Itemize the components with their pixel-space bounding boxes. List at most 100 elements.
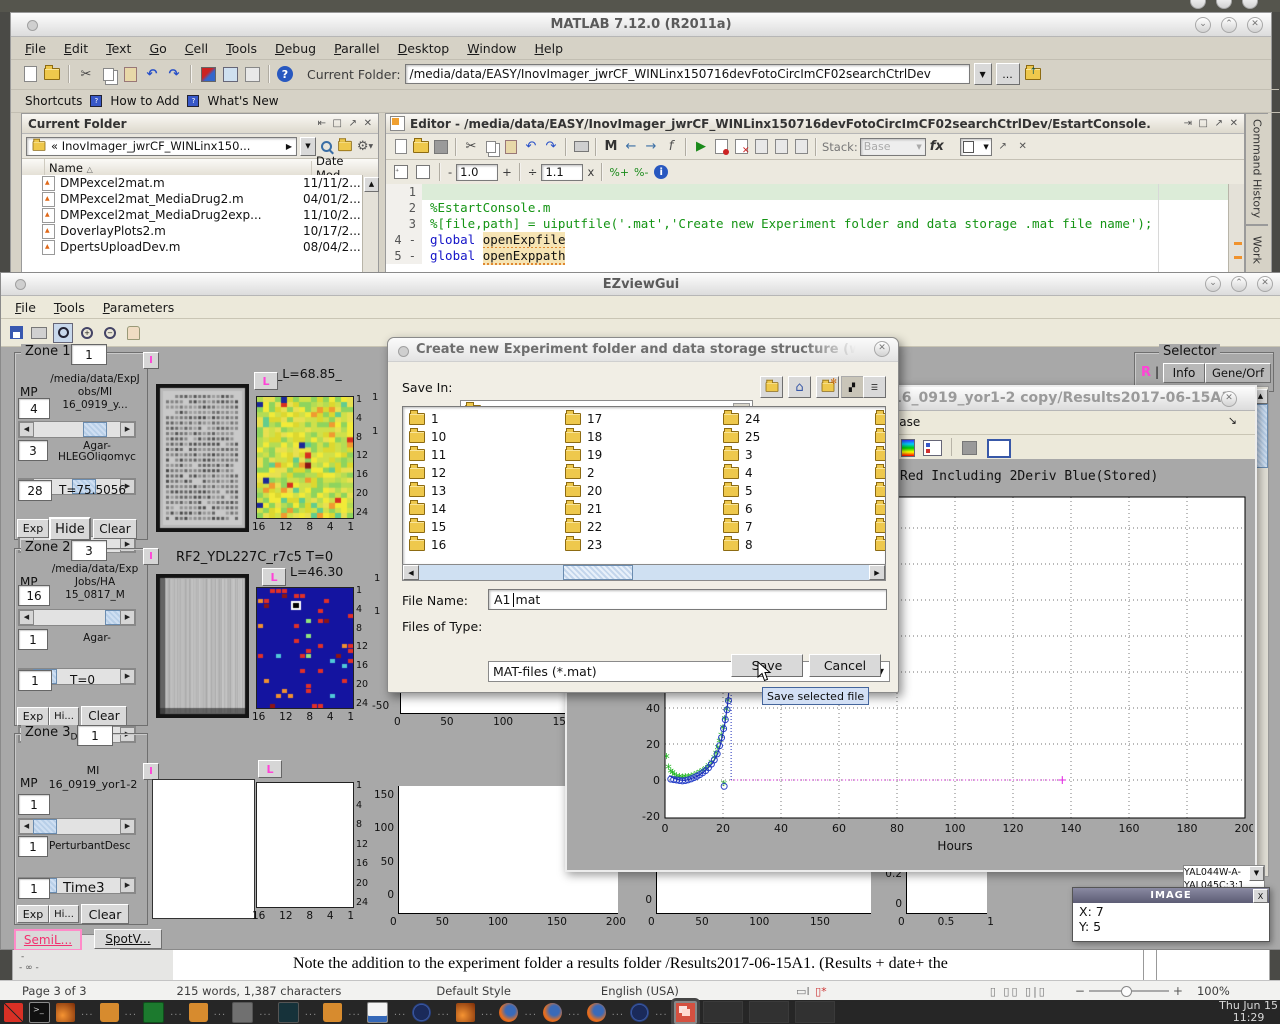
brush-icon[interactable] <box>962 441 977 455</box>
overflow[interactable]: ... <box>214 1007 227 1018</box>
address-field[interactable]: « InovImager_jwrCF_WINLinx150... ▶ <box>26 137 297 156</box>
firefox[interactable] <box>587 1003 606 1022</box>
image-window-titlebar[interactable]: IMAGE X <box>1073 888 1269 903</box>
zoom-in-icon[interactable]: + <box>78 324 96 342</box>
matlab-menu-debug[interactable]: Debug <box>275 41 316 56</box>
editor-close2-icon[interactable]: ✕ <box>1014 138 1032 156</box>
file-row[interactable]: DMPexcel2mat.m11/11/2... <box>22 175 363 191</box>
grid-view-button[interactable]: ▞ <box>841 376 864 398</box>
ezview-maximize-button[interactable]: ⌃ <box>1231 276 1247 292</box>
zone1-media-field[interactable]: 3 <box>18 440 48 461</box>
folder-listbox[interactable]: 110111213141516 171819220212223 24253456… <box>402 406 886 565</box>
view-layout-icons[interactable]: ▯ ▯▯ ▯|▯ <box>990 985 1047 998</box>
folder-list-hscrollbar[interactable]: ◀ ▶ <box>402 564 886 581</box>
folder-item-clipped[interactable] <box>875 482 886 500</box>
zone1-time-field[interactable]: 28 <box>18 480 52 501</box>
document-modified-icon[interactable]: ▯* <box>812 982 830 1000</box>
next-cell-icon[interactable] <box>414 163 432 181</box>
folder-item[interactable]: 16 <box>409 536 559 554</box>
firefox[interactable] <box>499 1003 518 1022</box>
matlab-menu-parallel[interactable]: Parallel <box>334 41 380 56</box>
editor-header[interactable]: Editor - /media/data/EASY/InovImager_jwr… <box>386 114 1244 134</box>
zone1-index-field[interactable]: 1 <box>71 344 107 365</box>
terminal[interactable]: >_ <box>29 1002 50 1023</box>
actions-gear-icon[interactable]: ⚙▼ <box>356 137 374 155</box>
file-row[interactable]: DMPexcel2mat_MediaDrug2exp...11/10/2... <box>22 207 363 223</box>
folder-item[interactable]: 4 <box>723 464 873 482</box>
overflow[interactable]: ... <box>81 1007 94 1018</box>
zone3-mp-field[interactable]: 1 <box>18 794 50 815</box>
zone2-image-button[interactable]: I <box>143 548 159 565</box>
file-name-input[interactable]: A1mat <box>488 589 887 610</box>
zone2-heatmap[interactable] <box>256 587 354 709</box>
file-manager[interactable] <box>323 1003 342 1022</box>
paste-icon[interactable] <box>121 65 139 83</box>
matlab-menu-file[interactable]: File <box>25 41 46 56</box>
zoom-slider-thumb[interactable] <box>1121 986 1132 997</box>
zone2-l-button[interactable]: L <box>262 568 286 586</box>
editor-dock-icon[interactable]: ⇥ <box>1184 118 1192 129</box>
folder-item[interactable]: 8 <box>723 536 873 554</box>
overflow[interactable]: ... <box>394 1007 407 1018</box>
tab-workspace[interactable]: Work <box>1245 225 1268 274</box>
folder-item[interactable]: 12 <box>409 464 559 482</box>
folder-item[interactable]: 23 <box>565 536 715 554</box>
shortcut-how-to-add[interactable]: How to Add <box>110 94 179 108</box>
app[interactable] <box>232 1002 253 1023</box>
page-indicator[interactable]: Page 3 of 3 <box>22 984 87 998</box>
folder-item[interactable]: 10 <box>409 428 559 446</box>
workspace-switcher[interactable] <box>4 1003 23 1022</box>
zone2-hide-button[interactable]: Hi... <box>49 707 79 726</box>
zone3-time-field[interactable]: 1 <box>18 878 50 899</box>
folder-item-clipped[interactable] <box>875 410 886 428</box>
zoom-out-icon[interactable]: − <box>101 324 119 342</box>
folder-item[interactable]: 11 <box>409 446 559 464</box>
folder-item[interactable]: 19 <box>565 446 715 464</box>
zone1-plate-image[interactable] <box>156 384 249 532</box>
folder-up-icon[interactable]: ↑ <box>1024 65 1042 83</box>
zoom-in-button[interactable]: + <box>1173 984 1183 998</box>
ezview-window-menu-icon[interactable] <box>15 279 26 290</box>
editor-undock2-icon[interactable]: ↗ <box>994 138 1012 156</box>
zone3-plate-image[interactable] <box>152 779 255 919</box>
goto-function-icon[interactable]: f <box>662 138 680 156</box>
app[interactable] <box>630 1003 649 1022</box>
zone1-clear-button[interactable]: Clear <box>93 519 137 539</box>
folder-item-clipped[interactable] <box>875 464 886 482</box>
matlab-menu-tools[interactable]: Tools <box>226 41 257 56</box>
overflow[interactable]: ... <box>437 1007 450 1018</box>
zone2-mp-slider[interactable]: ◀▶ <box>18 609 136 626</box>
folder-item[interactable]: 21 <box>565 500 715 518</box>
folder-item[interactable]: 3 <box>723 446 873 464</box>
matlab-minimize-button[interactable]: ⌄ <box>1195 17 1211 33</box>
app[interactable] <box>412 1003 431 1022</box>
redo-icon[interactable]: ↷ <box>542 138 560 156</box>
overflow[interactable]: ... <box>170 1007 183 1018</box>
fx-icon[interactable]: fx <box>928 138 946 156</box>
breakpoint-clear-icon[interactable]: ✕ <box>732 138 750 156</box>
find-icon[interactable]: M <box>602 138 620 156</box>
ezview-close-button[interactable]: ✕ <box>1257 276 1273 292</box>
gene-dropdown-icon[interactable]: ▼ <box>1249 866 1264 881</box>
zone3-mp-slider[interactable]: ◀▶ <box>18 818 136 835</box>
info-icon[interactable]: i <box>654 165 668 179</box>
sort-asc-icon[interactable]: △ <box>87 165 93 174</box>
folder-item[interactable]: 5 <box>723 482 873 500</box>
save-icon[interactable] <box>432 138 450 156</box>
zone3-l-button[interactable]: L <box>258 760 282 778</box>
zoom-select-icon[interactable] <box>53 323 73 343</box>
matlab-menu-go[interactable]: Go <box>149 41 166 56</box>
overflow[interactable]: ... <box>259 1007 272 1018</box>
dialog-titlebar[interactable]: Create new Experiment folder and data st… <box>388 338 898 362</box>
hscroll-right-icon[interactable]: ▶ <box>869 565 885 580</box>
hscroll-left-icon[interactable]: ◀ <box>403 565 419 580</box>
terminal[interactable] <box>278 1002 299 1023</box>
print-icon[interactable] <box>572 138 590 156</box>
overflow[interactable]: ... <box>481 1007 494 1018</box>
overflow[interactable]: ... <box>655 1007 668 1018</box>
matlab-menu-help[interactable]: Help <box>535 41 564 56</box>
overflow[interactable]: ... <box>125 1007 138 1018</box>
code-line[interactable]: 2%EstartConsole.m <box>386 200 1229 216</box>
divide-value-button[interactable]: ÷ <box>528 165 538 179</box>
zone3-hide-button[interactable]: Hi... <box>49 905 79 923</box>
